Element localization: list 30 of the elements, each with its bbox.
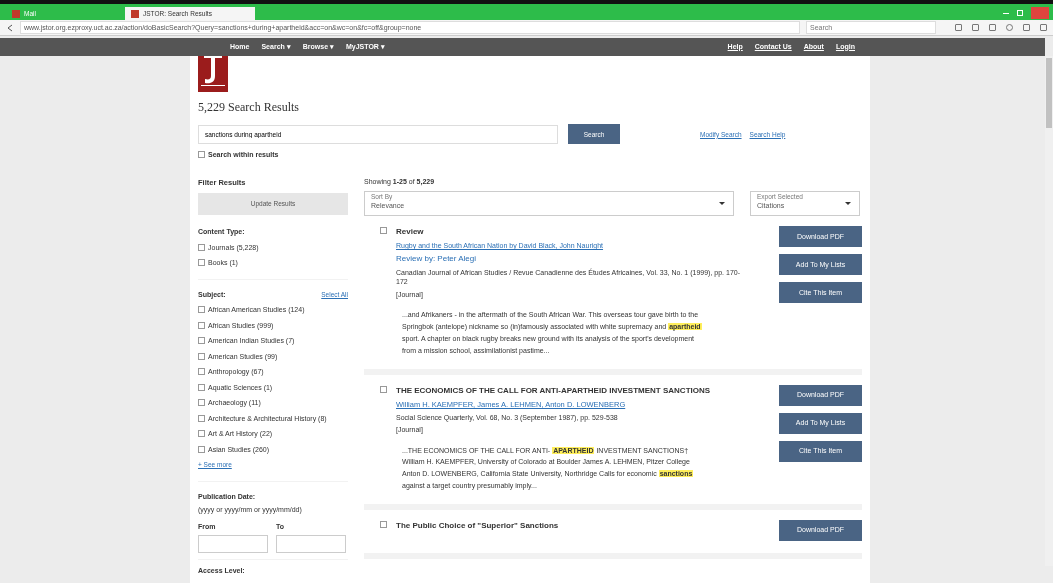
minimize-icon[interactable] [1003,12,1009,14]
checkbox[interactable] [380,385,387,393]
checkbox[interactable] [198,306,205,314]
checkbox[interactable] [198,445,205,453]
date-field[interactable] [198,535,268,554]
maximize-icon[interactable] [1017,10,1023,16]
checkbox[interactable] [198,430,205,438]
results-heading: 5,229 Search Results [198,100,300,115]
tab-icon [131,9,139,18]
checkbox[interactable] [198,259,205,267]
result-title[interactable]: The Public Choice of "Superior" Sanctions [396,520,559,533]
checkbox[interactable] [198,337,205,345]
reviewer-line: Review by: Peter Alegi [396,253,478,265]
checkbox[interactable] [198,321,205,329]
date-field[interactable] [276,535,346,554]
tab-icon [12,9,20,18]
result-title[interactable]: THE ECONOMICS OF THE CALL FOR ANTI-APARTHEID INVESTMENT SANCTIONS [396,384,711,397]
back-icon[interactable] [6,23,14,32]
checkbox[interactable] [198,352,205,360]
scrollbar[interactable] [1045,56,1053,566]
checkbox[interactable] [198,151,205,159]
checkbox[interactable] [198,383,205,391]
checkbox[interactable] [198,414,205,422]
checkbox[interactable] [198,368,205,376]
checkbox[interactable] [198,399,205,407]
result-title[interactable]: Review [396,226,424,239]
checkbox[interactable] [380,521,387,529]
checkbox[interactable] [198,243,205,251]
checkbox[interactable] [380,227,387,235]
logo-icon[interactable] [198,56,228,92]
